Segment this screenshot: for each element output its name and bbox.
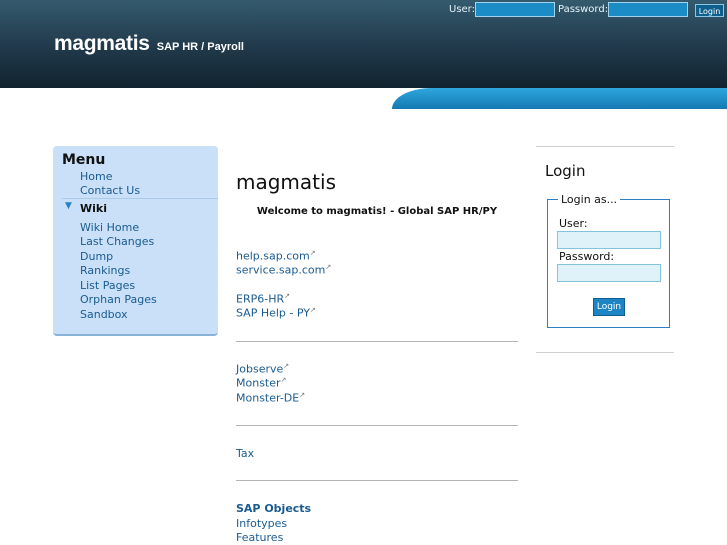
top-user-label: User: xyxy=(449,4,475,15)
external-link-icon: ↗ xyxy=(280,376,287,384)
external-link-icon: ↗ xyxy=(325,263,332,271)
menu-item-list-pages[interactable]: List Pages xyxy=(80,279,135,292)
login-legend: Login as... xyxy=(558,193,621,206)
welcome-text: Welcome to magmatis! - Global SAP HR/PY xyxy=(256,206,498,217)
divider xyxy=(236,341,518,342)
external-link-icon: ↗ xyxy=(284,292,290,300)
top-login-button[interactable]: Login xyxy=(695,4,724,17)
brand-name: magmatis xyxy=(54,32,150,55)
login-user-label: User: xyxy=(559,217,588,230)
site-brand[interactable]: magmatis SAP HR / Payroll xyxy=(54,32,244,56)
link-monster-de[interactable]: Monster-DE↗ xyxy=(236,391,305,405)
link-help-sap[interactable]: help.sap.com↗ xyxy=(236,249,316,263)
menu-item-wiki-home[interactable]: Wiki Home xyxy=(80,221,139,234)
link-tax[interactable]: Tax xyxy=(236,447,254,460)
page-title: magmatis xyxy=(236,170,336,194)
external-link-icon: ↗ xyxy=(299,391,306,399)
link-service-sap[interactable]: service.sap.com↗ xyxy=(236,263,331,277)
link-features[interactable]: Features xyxy=(236,531,283,544)
login-panel-title: Login xyxy=(545,162,586,180)
menu-item-last-changes[interactable]: Last Changes xyxy=(80,235,154,248)
divider xyxy=(536,352,674,353)
divider xyxy=(236,480,518,481)
top-login-bar xyxy=(392,88,727,109)
menu-item-contact-us[interactable]: Contact Us xyxy=(80,184,140,197)
menu-item-sandbox[interactable]: Sandbox xyxy=(80,308,128,321)
link-jobserve[interactable]: Jobserve↗ xyxy=(236,362,289,376)
top-password-label: Password: xyxy=(558,4,609,15)
link-sap-help-py[interactable]: SAP Help - PY↗ xyxy=(236,306,316,320)
sidebar-menu: Menu Home Contact Us ▼ Wiki Wiki Home La… xyxy=(53,146,218,336)
external-link-icon: ↗ xyxy=(283,362,290,370)
login-password-input[interactable] xyxy=(557,264,661,282)
login-password-label: Password: xyxy=(559,250,615,263)
external-link-icon: ↗ xyxy=(310,306,316,314)
divider xyxy=(236,425,518,426)
brand-subtitle: SAP HR / Payroll xyxy=(156,41,244,53)
link-monster[interactable]: Monster↗ xyxy=(236,376,286,390)
menu-item-dump[interactable]: Dump xyxy=(80,250,113,263)
triangle-down-icon[interactable]: ▼ xyxy=(65,201,72,211)
top-password-input[interactable] xyxy=(608,2,688,17)
link-sap-objects[interactable]: SAP Objects xyxy=(236,502,311,515)
menu-item-rankings[interactable]: Rankings xyxy=(80,264,130,277)
external-link-icon: ↗ xyxy=(309,249,316,257)
menu-divider xyxy=(62,198,218,199)
menu-item-home[interactable]: Home xyxy=(80,170,112,183)
menu-title: Menu xyxy=(62,152,106,168)
login-user-input[interactable] xyxy=(557,231,661,249)
top-user-input[interactable] xyxy=(475,2,555,17)
menu-section-wiki[interactable]: Wiki xyxy=(80,202,107,215)
divider xyxy=(536,146,674,147)
menu-item-orphan-pages[interactable]: Orphan Pages xyxy=(80,293,157,306)
login-button[interactable]: Login xyxy=(593,298,625,316)
link-infotypes[interactable]: Infotypes xyxy=(236,517,287,530)
link-erp6-hr[interactable]: ERP6-HR↗ xyxy=(236,292,290,306)
